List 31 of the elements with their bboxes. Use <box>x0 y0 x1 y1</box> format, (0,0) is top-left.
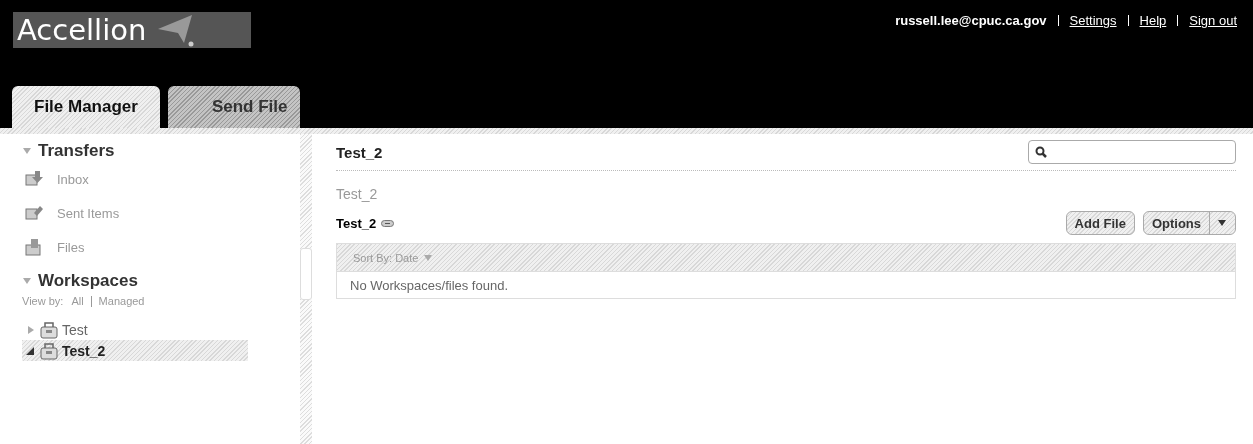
briefcase-icon <box>40 341 58 360</box>
sent-icon <box>25 204 43 222</box>
add-file-button[interactable]: Add File <box>1065 211 1135 235</box>
tab[interactable]: File Manager <box>12 86 160 128</box>
collapse-icon[interactable] <box>22 146 32 156</box>
header-link[interactable]: Sign out <box>1189 13 1237 28</box>
inbox-icon <box>25 170 43 188</box>
workspace-name: Test_2 <box>336 215 377 231</box>
tree-item[interactable]: Test_2 <box>22 340 248 361</box>
options-button[interactable]: Options <box>1142 211 1236 235</box>
tree-item[interactable]: Test <box>22 319 248 340</box>
user-email: russell.lee@cpuc.ca.gov <box>895 13 1047 28</box>
collapse-icon[interactable] <box>22 276 32 286</box>
logo-text: Accellion <box>17 13 147 47</box>
view-by-label: View by: <box>22 295 64 307</box>
caret-icon <box>1209 212 1227 234</box>
header-link[interactable]: Settings <box>1069 13 1117 28</box>
empty-message: No Workspaces/files found. <box>350 277 508 293</box>
splitter-handle[interactable] <box>300 248 312 300</box>
briefcase-icon <box>40 320 58 339</box>
page-title: Test_2 <box>336 143 383 161</box>
section-title[interactable]: Transfers <box>38 141 115 161</box>
search-icon <box>1035 146 1047 158</box>
link-icon[interactable] <box>381 219 395 227</box>
tab[interactable]: Send File <box>167 86 300 128</box>
files-icon <box>25 238 43 256</box>
search-field[interactable] <box>1028 140 1236 164</box>
section-title[interactable]: Workspaces <box>38 271 138 291</box>
header-link[interactable]: Help <box>1139 13 1167 28</box>
caret-icon[interactable] <box>423 252 434 263</box>
expander-icon[interactable] <box>26 345 36 356</box>
